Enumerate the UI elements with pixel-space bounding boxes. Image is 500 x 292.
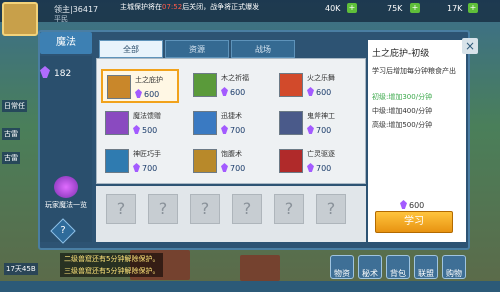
learn-button[interactable]: 学习 — [375, 211, 453, 233]
close-icon[interactable]: × — [462, 38, 478, 54]
detail-level-high: 高级:增加500/分钟 — [372, 121, 433, 129]
resource-2-value: 75K — [387, 4, 403, 13]
bottom-btn-supplies[interactable]: 物资 — [330, 255, 354, 279]
notice-line: 二级兽窟还有5分钟解除保护。 — [60, 253, 164, 265]
spell-grid: 土之庇护 600 木之祈福 600 火之乐舞 600 魔法馈赠 500 迅捷术 … — [96, 58, 366, 184]
spell-card[interactable]: 饱腹术 700 — [189, 145, 267, 179]
mana-crystal-icon — [221, 125, 228, 134]
window-title: 魔法 — [40, 32, 92, 54]
mana-crystal-icon — [221, 87, 228, 96]
spell-card[interactable]: 土之庇护 600 — [101, 69, 179, 103]
mana-crystal-icon — [133, 163, 140, 172]
spell-card[interactable]: 火之乐舞 600 — [275, 69, 353, 103]
resource-1-value: 40K — [325, 4, 341, 13]
bottom-btn-magic[interactable]: 秘术 — [358, 255, 382, 279]
spell-card[interactable]: 神匠巧手 700 — [101, 145, 179, 179]
left-label-daily[interactable]: 日常任 — [2, 100, 27, 112]
resource-3-value: 17K — [447, 4, 463, 13]
spell-food-icon — [193, 149, 217, 173]
bottom-left-label: 17天45B — [4, 263, 38, 275]
spell-craft-icon — [279, 111, 303, 135]
mana-crystal-icon — [135, 89, 142, 98]
resource-1-add-button[interactable]: + — [347, 3, 357, 13]
left-label-ruins[interactable]: 古雷 — [2, 152, 20, 164]
announcement-marquee: 主城保护将在07:52后关闭，战争将正式爆发 — [120, 3, 260, 11]
player-avatar[interactable] — [2, 2, 38, 36]
bottom-btn-shop[interactable]: 购物 — [442, 255, 466, 279]
spell-magic-gift-icon — [105, 111, 129, 135]
detail-title: 土之庇护-初级 — [372, 49, 430, 59]
building-roof — [240, 255, 280, 281]
locked-spell-slot[interactable]: ? — [232, 194, 262, 224]
learn-cost: 600 — [400, 200, 424, 210]
mana-crystal-icon — [133, 125, 140, 134]
resource-3-add-button[interactable]: + — [468, 3, 478, 13]
mana-crystal-icon — [400, 200, 407, 209]
mana-crystal-icon — [307, 163, 314, 172]
locked-spell-slot[interactable]: ? — [274, 194, 304, 224]
bottom-btn-alliance[interactable]: 联盟 — [414, 255, 438, 279]
mana-crystal-icon — [40, 66, 50, 78]
spell-smith-icon — [105, 149, 129, 173]
tab-battlefield[interactable]: 战场 — [231, 40, 295, 58]
mana-crystal-icon — [307, 87, 314, 96]
magic-side-panel — [40, 56, 92, 242]
spell-card[interactable]: 木之祈福 600 — [189, 69, 267, 103]
left-label-ruins[interactable]: 古雷 — [2, 128, 20, 140]
spell-haste-icon — [193, 111, 217, 135]
spell-banish-icon — [279, 149, 303, 173]
magic-tabs: 全部 资源 战场 — [99, 40, 295, 58]
detail-level-basic: 初级:增加300/分钟 — [372, 93, 433, 101]
spell-card[interactable]: 亡灵驱逐 700 — [275, 145, 353, 179]
spell-fire-icon — [279, 73, 303, 97]
mana-crystal-icon — [221, 163, 228, 172]
magic-orb-icon — [54, 176, 78, 198]
detail-description: 学习后增加每分钟粮食产出 — [372, 67, 456, 75]
player-rank: 平民 — [54, 15, 68, 23]
resource-2-add-button[interactable]: + — [410, 3, 420, 13]
tab-all[interactable]: 全部 — [99, 40, 163, 58]
tab-resources[interactable]: 资源 — [165, 40, 229, 58]
locked-spell-slot[interactable]: ? — [106, 194, 136, 224]
locked-spell-row: ? ? ? ? ? ? — [96, 186, 366, 242]
player-magic-overview-button[interactable]: 玩家魔法一览 — [44, 176, 88, 210]
spell-card[interactable]: 魔法馈赠 500 — [101, 107, 179, 141]
notice-line: 三级兽窟还有5分钟解除保护。 — [60, 265, 164, 277]
bottom-btn-bag[interactable]: 背包 — [386, 255, 410, 279]
locked-spell-slot[interactable]: ? — [316, 194, 346, 224]
detail-level-mid: 中级:增加400/分钟 — [372, 107, 433, 115]
mana-counter: 182 — [40, 66, 71, 79]
spell-card[interactable]: 鬼斧神工 700 — [275, 107, 353, 141]
spell-wood-icon — [193, 73, 217, 97]
spell-card[interactable]: 迅捷术 700 — [189, 107, 267, 141]
locked-spell-slot[interactable]: ? — [190, 194, 220, 224]
spell-earth-icon — [107, 75, 131, 99]
locked-spell-slot[interactable]: ? — [148, 194, 178, 224]
mana-crystal-icon — [307, 125, 314, 134]
